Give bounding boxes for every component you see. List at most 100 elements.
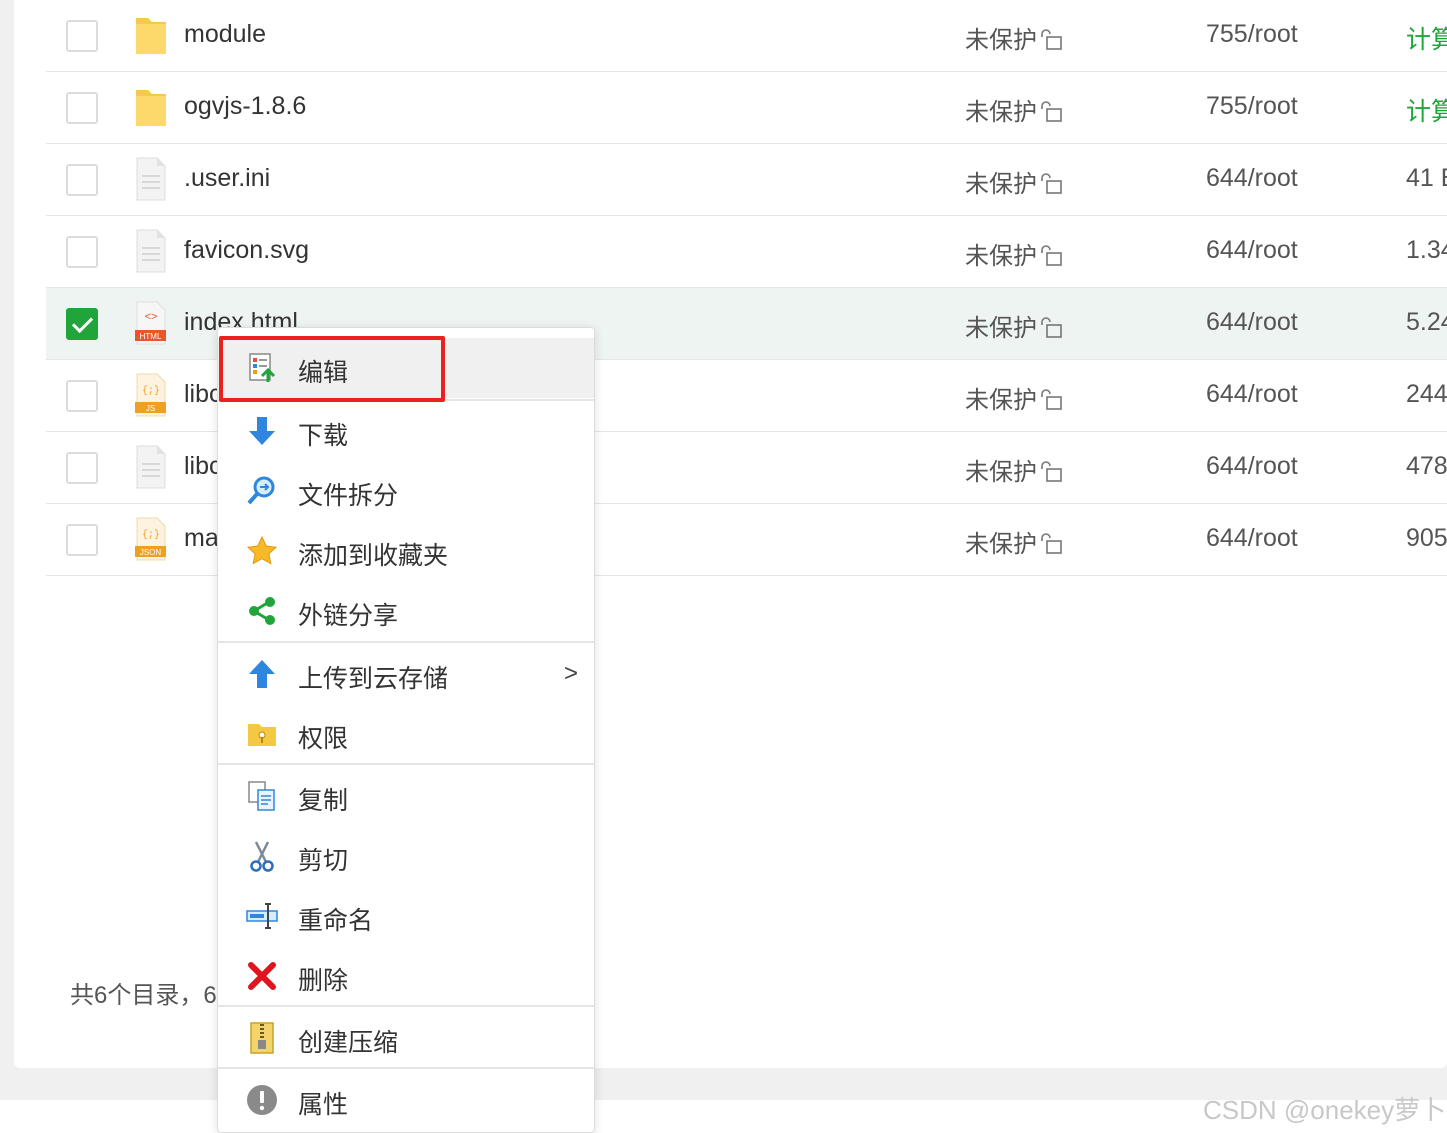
file-name[interactable]: ma <box>184 524 219 553</box>
edit-highlight-box <box>219 336 445 402</box>
directory-summary: 共6个目录，6 <box>70 982 217 1009</box>
menu-label: 复制 <box>298 787 349 815</box>
file-size: 478 <box>1406 452 1447 480</box>
protection-label: 未保护 <box>965 99 1037 126</box>
menu-label: 删除 <box>298 967 349 995</box>
html-badge: HTML <box>140 332 162 341</box>
html-glyph: <> <box>145 311 158 323</box>
copy-icon <box>248 781 275 811</box>
protection-label: 未保护 <box>965 243 1037 270</box>
rename-icon <box>246 903 278 929</box>
menu-item-permission[interactable]: 权限 <box>218 704 594 764</box>
unlock-icon <box>1041 317 1062 338</box>
file-name[interactable]: favicon.svg <box>184 236 309 265</box>
star-icon <box>246 535 278 565</box>
row-checkbox[interactable] <box>66 308 98 340</box>
menu-divider <box>218 641 594 643</box>
menu-label: 上传到云存储 <box>298 665 449 693</box>
menu-item-download[interactable]: 下载 <box>218 401 594 461</box>
row-checkbox[interactable] <box>66 236 98 268</box>
file-name[interactable]: module <box>184 20 266 49</box>
row-checkbox[interactable] <box>66 380 98 412</box>
permission-owner[interactable]: 644/root <box>1206 452 1298 481</box>
permission-owner[interactable]: 755/root <box>1206 92 1298 121</box>
protection-label: 未保护 <box>965 27 1037 54</box>
protection-label: 未保护 <box>965 171 1037 198</box>
menu-item-favorite[interactable]: 添加到收藏夹 <box>218 521 594 581</box>
file-size: 1.34 <box>1406 236 1447 264</box>
file-size: 244 <box>1406 380 1447 408</box>
menu-label: 添加到收藏夹 <box>298 542 449 570</box>
protection-status[interactable]: 未保护 <box>965 380 1063 415</box>
menu-item-properties[interactable]: 属性 <box>218 1070 594 1130</box>
file-row[interactable]: module 未保护 755/root 计算 <box>46 0 1447 72</box>
context-menu: 编辑 下载 文件拆分 添加到收藏夹 外链分享 上传到云存储 > 权限 复制 剪切… <box>217 327 595 1133</box>
scissors-icon <box>250 841 274 872</box>
protection-status[interactable]: 未保护 <box>965 164 1063 199</box>
permission-owner[interactable]: 644/root <box>1206 524 1298 553</box>
protection-label: 未保护 <box>965 315 1037 342</box>
permission-owner[interactable]: 644/root <box>1206 236 1298 265</box>
menu-divider <box>218 1005 594 1007</box>
file-name[interactable]: libc <box>184 452 222 481</box>
menu-divider <box>218 763 594 765</box>
menu-item-compress[interactable]: 创建压缩 <box>218 1008 594 1068</box>
text-file-icon <box>136 157 166 201</box>
text-file-icon <box>136 229 166 273</box>
permission-icon <box>248 724 276 746</box>
file-row[interactable]: favicon.svg 未保护 644/root 1.34 <box>46 216 1447 288</box>
menu-item-upload-cloud[interactable]: 上传到云存储 > <box>218 644 594 704</box>
menu-label: 重命名 <box>298 907 374 935</box>
permission-owner[interactable]: 644/root <box>1206 380 1298 409</box>
protection-status[interactable]: 未保护 <box>965 236 1063 271</box>
delete-icon <box>248 962 276 990</box>
menu-item-copy[interactable]: 复制 <box>218 766 594 826</box>
menu-label: 文件拆分 <box>298 482 399 510</box>
file-size: 41 B <box>1406 164 1447 192</box>
permission-owner[interactable]: 755/root <box>1206 20 1298 49</box>
row-checkbox[interactable] <box>66 524 98 556</box>
protection-label: 未保护 <box>965 531 1037 558</box>
file-name[interactable]: .user.ini <box>184 164 270 193</box>
file-size[interactable]: 计算 <box>1406 92 1447 128</box>
protection-status[interactable]: 未保护 <box>965 308 1063 343</box>
menu-label: 权限 <box>298 725 349 753</box>
upload-cloud-icon <box>249 660 275 688</box>
unlock-icon <box>1041 101 1062 122</box>
protection-status[interactable]: 未保护 <box>965 524 1063 559</box>
folder-icon <box>136 90 166 126</box>
menu-label: 剪切 <box>298 847 349 875</box>
menu-item-share[interactable]: 外链分享 <box>218 581 594 641</box>
menu-label: 外链分享 <box>298 602 399 630</box>
row-checkbox[interactable] <box>66 164 98 196</box>
row-checkbox[interactable] <box>66 452 98 484</box>
protection-label: 未保护 <box>965 459 1037 486</box>
file-size: 905 <box>1406 524 1447 552</box>
unlock-icon <box>1041 533 1062 554</box>
code-glyph: {;} <box>142 385 160 397</box>
unlock-icon <box>1041 389 1062 410</box>
file-size: 5.24 <box>1406 308 1447 336</box>
menu-item-rename[interactable]: 重命名 <box>218 886 594 946</box>
submenu-chevron-icon: > <box>563 660 578 687</box>
row-checkbox[interactable] <box>66 20 98 52</box>
row-checkbox[interactable] <box>66 92 98 124</box>
menu-item-delete[interactable]: 删除 <box>218 946 594 1006</box>
file-row[interactable]: .user.ini 未保护 644/root 41 B <box>46 144 1447 216</box>
protection-label: 未保护 <box>965 387 1037 414</box>
file-row[interactable]: ogvjs-1.8.6 未保护 755/root 计算 <box>46 72 1447 144</box>
protection-status[interactable]: 未保护 <box>965 452 1063 487</box>
file-name[interactable]: libc <box>184 380 222 409</box>
file-name[interactable]: ogvjs-1.8.6 <box>184 92 306 121</box>
protection-status[interactable]: 未保护 <box>965 92 1063 127</box>
permission-owner[interactable]: 644/root <box>1206 308 1298 337</box>
menu-item-split[interactable]: 文件拆分 <box>218 461 594 521</box>
protection-status[interactable]: 未保护 <box>965 20 1063 55</box>
menu-item-cut[interactable]: 剪切 <box>218 826 594 886</box>
json-file-icon: {;} JSON <box>135 517 166 561</box>
watermark: CSDN @onekey萝卜 <box>1203 1095 1447 1125</box>
json-badge: JSON <box>140 548 162 557</box>
js-file-icon: {;} JS <box>135 373 166 417</box>
permission-owner[interactable]: 644/root <box>1206 164 1298 193</box>
file-size[interactable]: 计算 <box>1406 20 1447 56</box>
